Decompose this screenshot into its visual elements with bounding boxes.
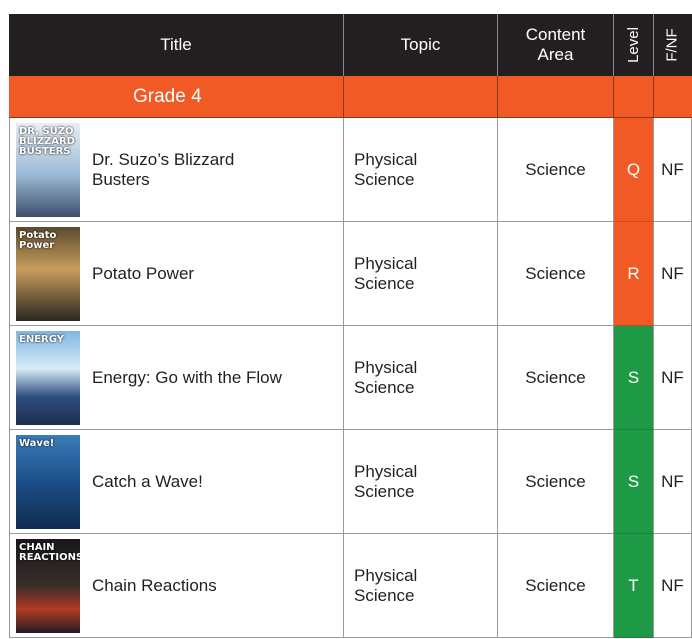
level-text: Q [626, 159, 641, 179]
book-cover-image: Wave! [16, 434, 80, 529]
header-level-label: Level [624, 27, 642, 63]
content-area-text: Science [525, 159, 586, 179]
topic-cell: Physical Science [344, 222, 498, 326]
fnf-cell: NF [654, 118, 692, 222]
book-title: Catch a Wave! [92, 471, 203, 491]
level-cell: S [614, 326, 654, 430]
level-cell: S [614, 430, 654, 534]
title-cell: CHAIN REACTIONS Chain Reactions [9, 534, 344, 638]
grade-band-area [498, 76, 614, 118]
content-area-cell: Science [498, 118, 614, 222]
level-cell: T [614, 534, 654, 638]
content-area-text: Science [525, 575, 586, 595]
book-cover-image: ENERGY [16, 330, 80, 425]
header-fnf: F/NF [654, 14, 692, 76]
book-cover-image: DR. SUZO BLIZZARD BUSTERS [16, 122, 80, 217]
table-row: CHAIN REACTIONS Chain Reactions Physical S… [9, 534, 692, 638]
fnf-text: NF [661, 367, 684, 387]
book-cover-text: DR. SUZO BLIZZARD BUSTERS [19, 125, 75, 157]
level-text: T [628, 575, 639, 595]
topic-text: Physical Science [354, 357, 418, 397]
level-text: S [627, 471, 640, 491]
content-area-cell: Science [498, 326, 614, 430]
topic-cell: Physical Science [344, 534, 498, 638]
book-cover-image: Potato Power [16, 226, 80, 321]
topic-text: Physical Science [354, 253, 418, 293]
fnf-cell: NF [654, 222, 692, 326]
content-area-text: Science [525, 263, 586, 283]
content-area-cell: Science [498, 534, 614, 638]
fnf-cell: NF [654, 326, 692, 430]
level-text: S [627, 367, 640, 387]
grade-band-fnf [654, 76, 692, 118]
table-row: Potato Power Potato Power Physical Science… [9, 222, 692, 326]
book-title: Potato Power [92, 263, 195, 283]
topic-cell: Physical Science [344, 430, 498, 534]
header-fnf-label: F/NF [663, 28, 681, 62]
level-text: R [627, 263, 640, 283]
grade-band: Grade 4 [9, 76, 344, 118]
book-title: Dr. Suzo’s Blizzard Busters [92, 149, 235, 189]
fnf-cell: NF [654, 534, 692, 638]
table-row: ENERGY Energy: Go with the Flow Physical S… [9, 326, 692, 430]
header-title-label: Title [160, 35, 192, 54]
title-cell: Potato Power Potato Power [9, 222, 344, 326]
header-topic: Topic [344, 14, 498, 76]
fnf-text: NF [661, 159, 684, 179]
topic-cell: Physical Science [344, 118, 498, 222]
fnf-cell: NF [654, 430, 692, 534]
grade-band-level [614, 76, 654, 118]
title-cell: DR. SUZO BLIZZARD BUSTERS Dr. Suzo’s Bliz… [9, 118, 344, 222]
header-title: Title [9, 14, 344, 76]
book-title: Energy: Go with the Flow [92, 367, 282, 387]
header-content-area-label: Content Area [525, 25, 586, 64]
book-cover-text: CHAIN REACTIONS [19, 541, 80, 563]
header-level: Level [614, 14, 654, 76]
content-area-cell: Science [498, 222, 614, 326]
content-area-text: Science [525, 471, 586, 491]
content-area-text: Science [525, 367, 586, 387]
content-area-cell: Science [498, 430, 614, 534]
grade-label: Grade 4 [133, 86, 202, 107]
table-row: DR. SUZO BLIZZARD BUSTERS Dr. Suzo’s Bliz… [9, 118, 692, 222]
fnf-text: NF [661, 575, 684, 595]
level-cell: Q [614, 118, 654, 222]
topic-text: Physical Science [354, 149, 418, 189]
book-cover-text: ENERGY [19, 333, 64, 345]
topic-text: Physical Science [354, 565, 418, 605]
book-title: Chain Reactions [92, 575, 217, 595]
book-cover-text: Wave! [19, 437, 55, 449]
level-cell: R [614, 222, 654, 326]
topic-text: Physical Science [354, 461, 418, 501]
header-topic-label: Topic [400, 35, 441, 54]
header-content-area: Content Area [498, 14, 614, 76]
fnf-text: NF [661, 471, 684, 491]
table-row: Wave! Catch a Wave! Physical Science Scienc… [9, 430, 692, 534]
fnf-text: NF [661, 263, 684, 283]
title-cell: ENERGY Energy: Go with the Flow [9, 326, 344, 430]
title-cell: Wave! Catch a Wave! [9, 430, 344, 534]
book-cover-text: Potato Power [19, 229, 57, 251]
book-cover-image: CHAIN REACTIONS [16, 538, 80, 633]
topic-cell: Physical Science [344, 326, 498, 430]
grade-band-topic [344, 76, 498, 118]
